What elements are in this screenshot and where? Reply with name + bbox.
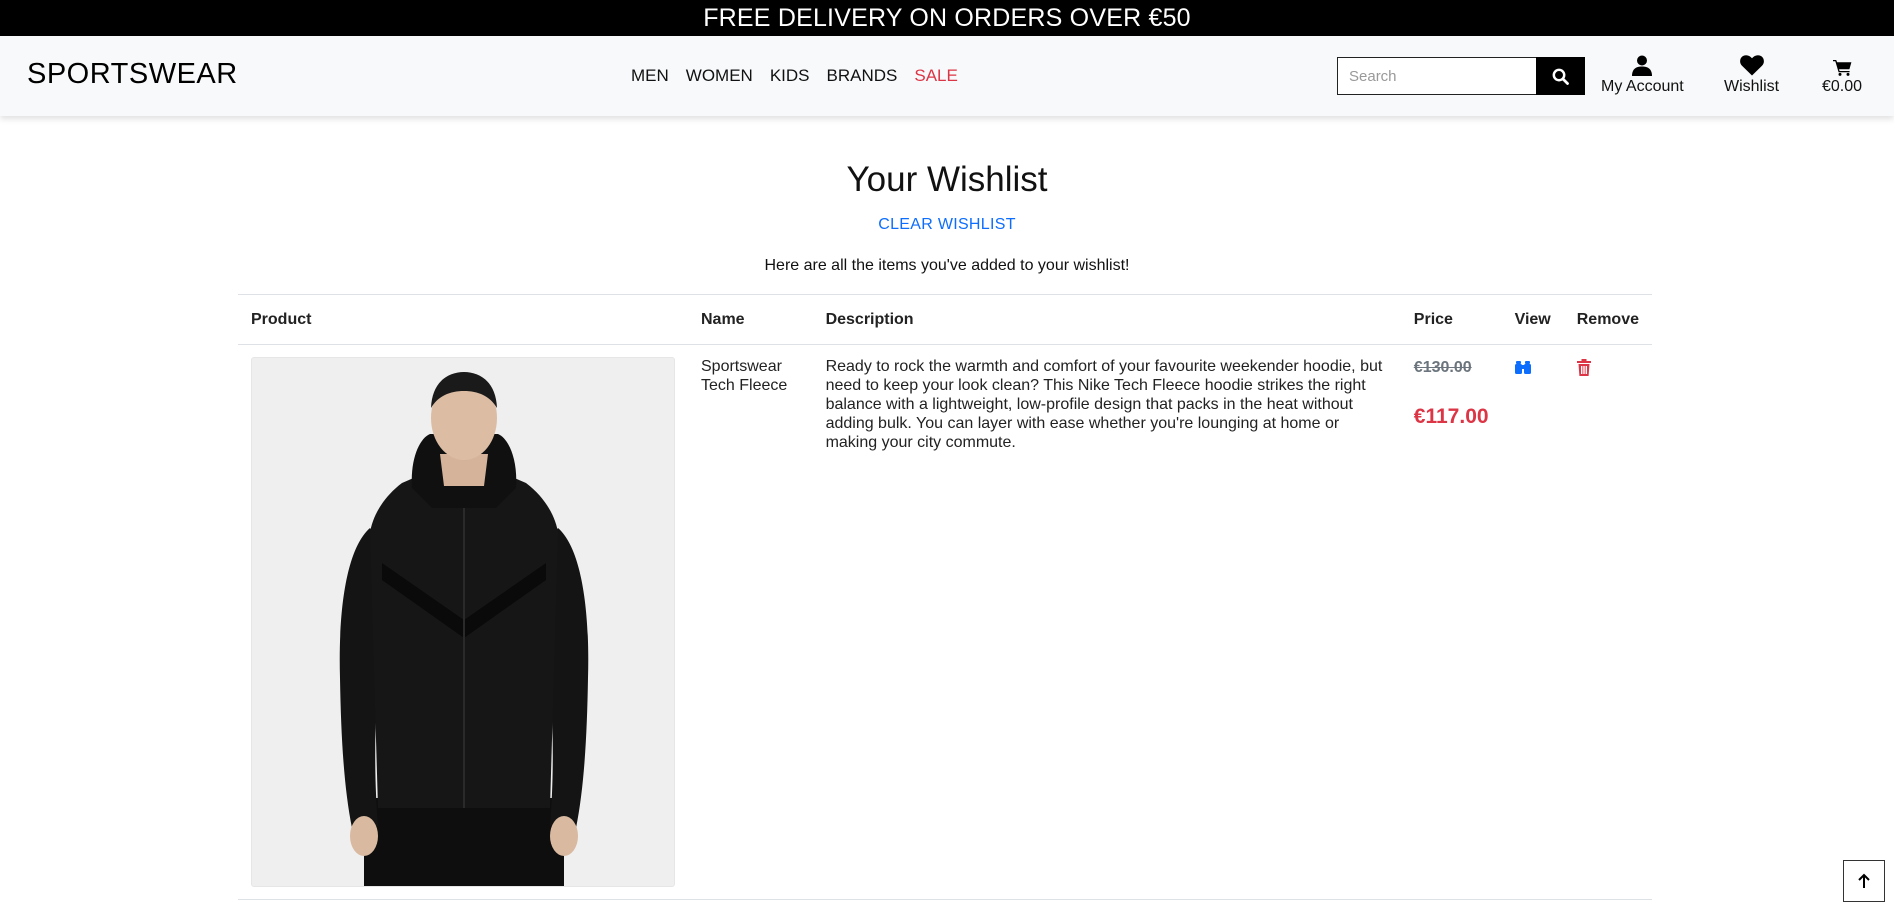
price-cell: €130.00 €117.00	[1400, 344, 1502, 900]
main-navbar: SPORTSWEAR MEN WOMEN KIDS BRANDS SALE My…	[0, 36, 1894, 116]
hoodie-model-illustration	[252, 358, 674, 886]
table-header-row: Product Name Description Price View Remo…	[238, 294, 1652, 345]
sale-price: €117.00	[1413, 405, 1489, 428]
my-account-link[interactable]: My Account	[1601, 52, 1684, 96]
header-remove: Remove	[1563, 294, 1652, 345]
wishlist-label: Wishlist	[1724, 78, 1780, 95]
header-view: View	[1501, 294, 1564, 345]
product-description: Ready to rock the warmth and comfort of …	[812, 344, 1401, 900]
promo-banner: FREE DELIVERY ON ORDERS OVER €50	[0, 0, 1894, 36]
binoculars-icon	[1514, 361, 1531, 374]
page-title: Your Wishlist	[846, 160, 1048, 199]
bag-total: €0.00	[1822, 78, 1863, 95]
nav-brands[interactable]: BRANDS	[827, 66, 898, 86]
product-cell	[238, 344, 688, 900]
header-description: Description	[812, 294, 1401, 345]
trash-icon	[1576, 359, 1591, 376]
heart-icon	[1739, 52, 1764, 76]
product-name: Sportswear Tech Fleece	[688, 344, 813, 900]
search-input[interactable]	[1337, 57, 1536, 95]
header-price: Price	[1400, 294, 1502, 345]
intro-text: Here are all the items you've added to y…	[764, 257, 1130, 274]
clear-wishlist-link[interactable]: CLEAR WISHLIST	[0, 216, 1894, 234]
search-form	[1337, 57, 1585, 95]
user-icon	[1632, 52, 1653, 76]
arrow-up-icon	[1858, 873, 1870, 888]
my-account-label: My Account	[1601, 78, 1684, 95]
wishlist-table: Product Name Description Price View Remo…	[238, 294, 1652, 900]
back-to-top-button[interactable]	[1843, 860, 1885, 902]
promo-text: FREE DELIVERY ON ORDERS OVER €50	[703, 3, 1191, 32]
shopping-bag-link[interactable]: €0.00	[1822, 52, 1862, 96]
table-row: Sportswear Tech Fleece Ready to rock the…	[238, 344, 1652, 900]
header-name: Name	[688, 294, 813, 345]
view-product-button[interactable]	[1514, 359, 1531, 379]
nav-men[interactable]: MEN	[631, 66, 669, 86]
view-cell	[1501, 344, 1564, 900]
header-product: Product	[238, 294, 688, 345]
product-image[interactable]	[251, 357, 675, 887]
remove-cell	[1563, 344, 1652, 900]
remove-item-button[interactable]	[1576, 359, 1591, 381]
cart-icon	[1832, 52, 1852, 76]
main-nav: MEN WOMEN KIDS BRANDS SALE	[631, 66, 958, 86]
nav-women[interactable]: WOMEN	[686, 66, 753, 86]
site-logo[interactable]: SPORTSWEAR	[27, 58, 238, 91]
original-price: €130.00	[1413, 359, 1472, 376]
nav-sale[interactable]: SALE	[914, 66, 957, 86]
search-button[interactable]	[1536, 57, 1585, 95]
wishlist-link[interactable]: Wishlist	[1724, 52, 1779, 96]
nav-kids[interactable]: KIDS	[770, 66, 810, 86]
search-icon	[1552, 68, 1569, 85]
